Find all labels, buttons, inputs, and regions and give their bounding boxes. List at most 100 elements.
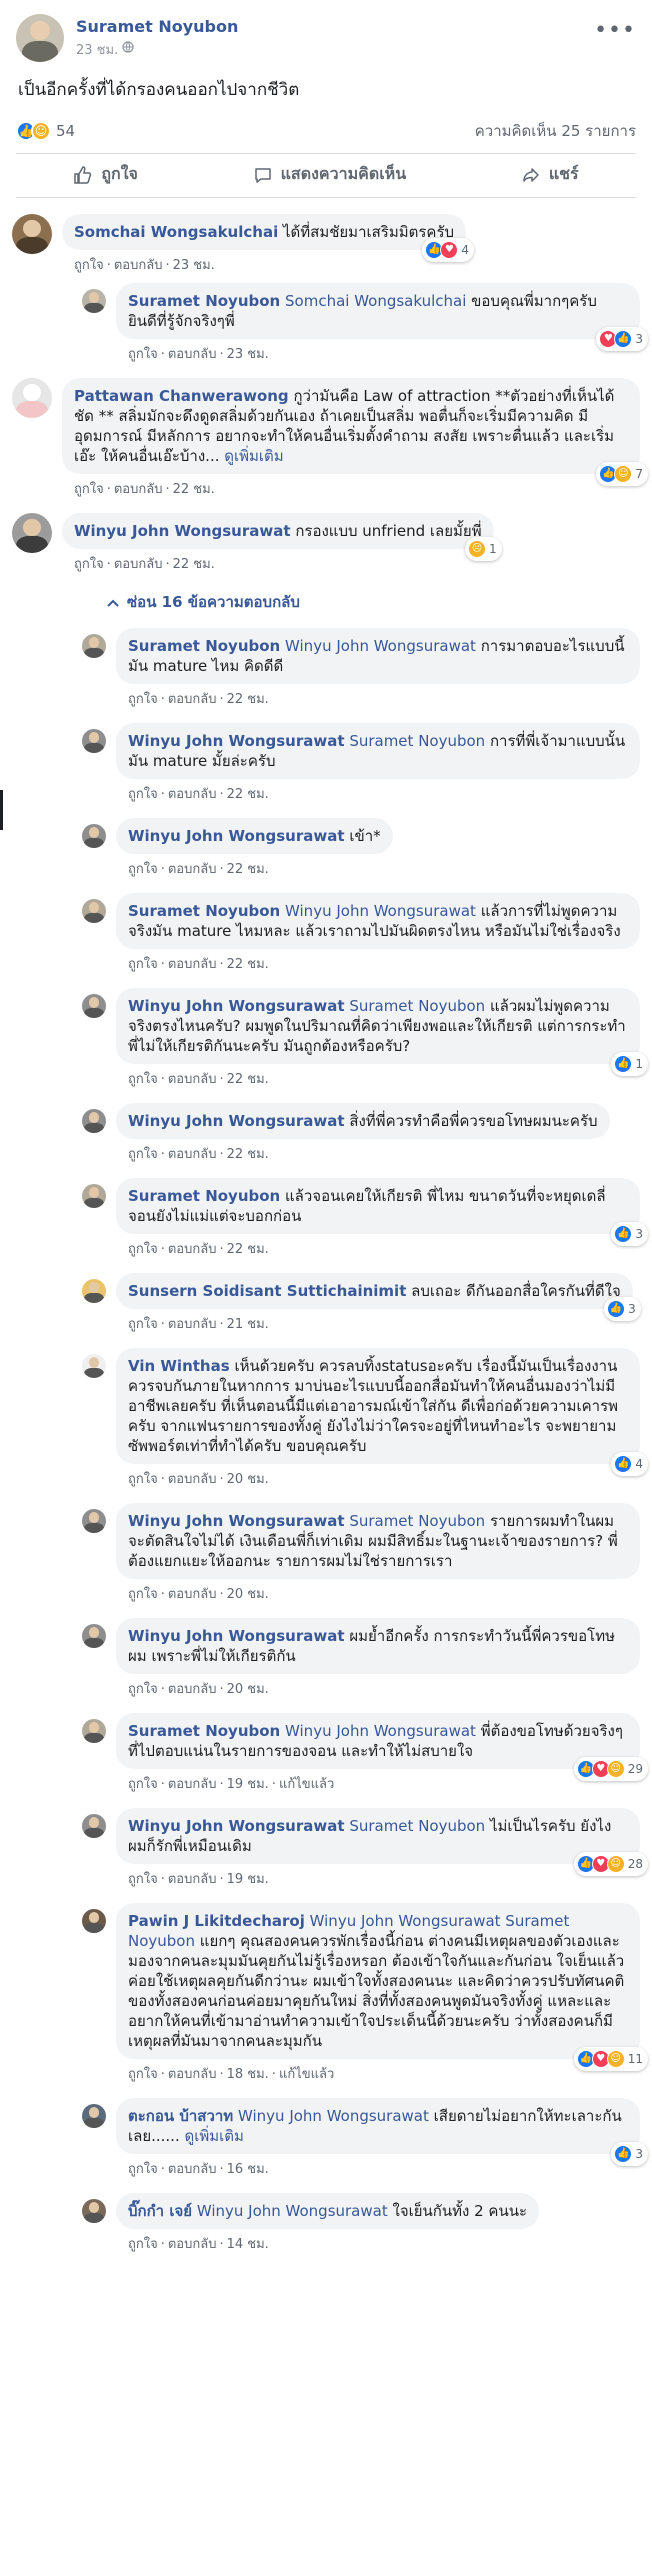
commenter-avatar[interactable] xyxy=(82,2199,106,2223)
comment-like-link[interactable]: ถูกใจ xyxy=(128,1777,158,1792)
commenter-name[interactable]: Winyu John Wongsurawat xyxy=(128,827,345,845)
comment-reply-link[interactable]: ตอบกลับ xyxy=(168,787,217,802)
comment-reactions[interactable]: 👍 3 xyxy=(611,1222,648,1246)
commenter-avatar[interactable] xyxy=(12,513,52,553)
commenter-name[interactable]: Winyu John Wongsurawat xyxy=(128,732,345,750)
comment-reactions[interactable]: 👍 4 xyxy=(611,1452,648,1476)
commenter-avatar[interactable] xyxy=(82,2104,106,2128)
comment-time[interactable]: 23 ชม. xyxy=(173,258,215,273)
comment-reply-link[interactable]: ตอบกลับ xyxy=(168,1682,217,1697)
comment-time[interactable]: 19 ชม. xyxy=(227,1777,269,1792)
comment-reactions[interactable]: 👍 ♥ ☺ 29 xyxy=(573,1757,648,1781)
tagged-user[interactable]: Somchai Wongsakulchai xyxy=(285,292,466,310)
tagged-user[interactable]: Suramet Noyubon xyxy=(349,1512,485,1530)
edited-label[interactable]: แก้ไขแล้ว xyxy=(279,1777,334,1792)
comment-reply-link[interactable]: ตอบกลับ xyxy=(168,2237,217,2252)
tagged-user[interactable]: Winyu John Wongsurawat xyxy=(285,902,476,920)
commenter-avatar[interactable] xyxy=(82,1109,106,1133)
commenter-name[interactable]: Sunsern Soidisant Suttichainimit xyxy=(128,1282,406,1300)
comment-reply-link[interactable]: ตอบกลับ xyxy=(168,2067,217,2082)
comment-reply-link[interactable]: ตอบกลับ xyxy=(168,1872,217,1887)
comment-reply-link[interactable]: ตอบกลับ xyxy=(168,1147,217,1162)
comment-like-link[interactable]: ถูกใจ xyxy=(128,1147,158,1162)
comment-reply-link[interactable]: ตอบกลับ xyxy=(168,2162,217,2177)
commenter-avatar[interactable] xyxy=(82,994,106,1018)
comment-like-link[interactable]: ถูกใจ xyxy=(128,957,158,972)
comment-reactions[interactable]: 👍 ♥ ☺ 28 xyxy=(573,1852,648,1876)
commenter-name[interactable]: ตะกอน บ้าสวาท xyxy=(128,2107,233,2125)
comment-reactions[interactable]: ♥ 👍 3 xyxy=(596,327,648,351)
see-more-link[interactable]: ดูเพิ่มเติม xyxy=(185,2127,244,2145)
comment-like-link[interactable]: ถูกใจ xyxy=(128,1682,158,1697)
comment-reply-link[interactable]: ตอบกลับ xyxy=(168,862,217,877)
comment-like-link[interactable]: ถูกใจ xyxy=(128,1242,158,1257)
comment-time[interactable]: 22 ชม. xyxy=(227,1072,269,1087)
commenter-avatar[interactable] xyxy=(82,1909,106,1933)
comment-like-link[interactable]: ถูกใจ xyxy=(128,787,158,802)
commenter-avatar[interactable] xyxy=(12,214,52,254)
comment-time[interactable]: 22 ชม. xyxy=(173,482,215,497)
commenter-name[interactable]: Suramet Noyubon xyxy=(128,292,280,310)
comment-like-link[interactable]: ถูกใจ xyxy=(128,1317,158,1332)
comment-like-link[interactable]: ถูกใจ xyxy=(128,1872,158,1887)
commenter-name[interactable]: Winyu John Wongsurawat xyxy=(74,522,291,540)
tagged-user[interactable]: Winyu John Wongsurawat xyxy=(285,637,476,655)
commenter-avatar[interactable] xyxy=(82,1719,106,1743)
comment-time[interactable]: 22 ชม. xyxy=(227,1242,269,1257)
hide-replies-button[interactable]: ซ่อน 16 ข้อความตอบกลับ xyxy=(107,590,640,614)
comment-reactions[interactable]: 👍 3 xyxy=(611,2142,648,2166)
commenter-name[interactable]: Winyu John Wongsurawat xyxy=(128,1817,345,1835)
comment-reply-link[interactable]: ตอบกลับ xyxy=(168,1777,217,1792)
commenter-name[interactable]: บิ๊กกำ เจย์ xyxy=(128,2202,192,2220)
comment-time[interactable]: 22 ชม. xyxy=(227,862,269,877)
comment-reply-link[interactable]: ตอบกลับ xyxy=(168,692,217,707)
comment-reactions[interactable]: 👍 3 xyxy=(604,1297,641,1321)
commenter-name[interactable]: Suramet Noyubon xyxy=(128,637,280,655)
more-options-icon[interactable]: ••• xyxy=(594,18,636,43)
see-more-link[interactable]: ดูเพิ่มเติม xyxy=(224,447,283,465)
commenter-avatar[interactable] xyxy=(82,824,106,848)
comment-reply-link[interactable]: ตอบกลับ xyxy=(114,258,163,273)
commenter-name[interactable]: Winyu John Wongsurawat xyxy=(128,1627,345,1645)
comment-like-link[interactable]: ถูกใจ xyxy=(128,1587,158,1602)
comment-reply-link[interactable]: ตอบกลับ xyxy=(168,1472,217,1487)
comment-time[interactable]: 18 ชม. xyxy=(227,2067,269,2082)
commenter-avatar[interactable] xyxy=(82,1184,106,1208)
commenter-name[interactable]: Winyu John Wongsurawat xyxy=(128,997,345,1015)
commenter-avatar[interactable] xyxy=(82,899,106,923)
commenter-name[interactable]: Pawin J Likitdecharoj xyxy=(128,1912,305,1930)
comment-reply-link[interactable]: ตอบกลับ xyxy=(168,957,217,972)
comment-reply-link[interactable]: ตอบกลับ xyxy=(114,557,163,572)
comment-reply-link[interactable]: ตอบกลับ xyxy=(168,1242,217,1257)
commenter-name[interactable]: Suramet Noyubon xyxy=(128,1187,280,1205)
commenter-name[interactable]: Suramet Noyubon xyxy=(128,1722,280,1740)
comment-like-link[interactable]: ถูกใจ xyxy=(74,258,104,273)
post-reactions[interactable]: 👍 ☺ 54 xyxy=(16,121,75,141)
commenter-name[interactable]: Pattawan Chanwerawong xyxy=(74,387,289,405)
commenter-avatar[interactable] xyxy=(82,1279,106,1303)
comment-like-link[interactable]: ถูกใจ xyxy=(128,1072,158,1087)
comment-button[interactable]: แสดงความคิดเห็น xyxy=(253,162,406,187)
commenter-name[interactable]: Vin Winthas xyxy=(128,1357,230,1375)
comment-time[interactable]: 22 ชม. xyxy=(227,787,269,802)
comment-time[interactable]: 20 ชม. xyxy=(227,1587,269,1602)
comment-reactions[interactable]: ☹ 1 xyxy=(464,537,502,561)
comment-like-link[interactable]: ถูกใจ xyxy=(74,557,104,572)
comment-time[interactable]: 14 ชม. xyxy=(227,2237,269,2252)
edited-label[interactable]: แก้ไขแล้ว xyxy=(279,2067,334,2082)
tagged-user[interactable]: Winyu John Wongsurawat xyxy=(285,1722,476,1740)
tagged-user[interactable]: Suramet Noyubon xyxy=(349,1817,485,1835)
comment-count[interactable]: ความคิดเห็น 25 รายการ xyxy=(475,119,636,143)
comment-reply-link[interactable]: ตอบกลับ xyxy=(168,1587,217,1602)
comment-time[interactable]: 21 ชม. xyxy=(227,1317,269,1332)
comment-like-link[interactable]: ถูกใจ xyxy=(128,692,158,707)
comment-like-link[interactable]: ถูกใจ xyxy=(128,2237,158,2252)
commenter-avatar[interactable] xyxy=(82,1509,106,1533)
commenter-name[interactable]: Winyu John Wongsurawat xyxy=(128,1112,345,1130)
comment-like-link[interactable]: ถูกใจ xyxy=(128,2067,158,2082)
commenter-avatar[interactable] xyxy=(82,729,106,753)
comment-reactions[interactable]: 👍 ☺ 7 xyxy=(596,462,648,486)
commenter-name[interactable]: Winyu John Wongsurawat xyxy=(128,1512,345,1530)
comment-time[interactable]: 22 ชม. xyxy=(227,692,269,707)
commenter-avatar[interactable] xyxy=(82,289,106,313)
